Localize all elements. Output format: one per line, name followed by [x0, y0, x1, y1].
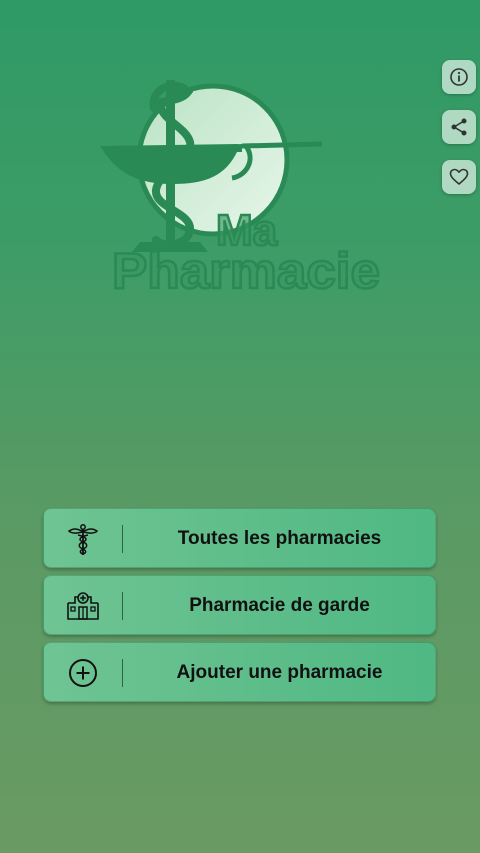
add-pharmacy-label: Ajouter une pharmacie — [176, 662, 383, 683]
share-icon — [451, 118, 467, 136]
hospital-icon — [64, 588, 102, 624]
caduceus-bowl-icon: Ma Pharmacie — [100, 80, 381, 300]
on-duty-pharmacy-label: Pharmacie de garde — [189, 595, 370, 616]
divider — [122, 592, 123, 620]
info-button[interactable] — [442, 60, 476, 94]
plus-circle-icon — [64, 655, 102, 691]
favorite-button[interactable] — [442, 160, 476, 194]
logo-text-pharmacie: Pharmacie — [112, 243, 380, 299]
all-pharmacies-button[interactable]: Toutes les pharmacies — [43, 508, 436, 568]
divider — [122, 659, 123, 687]
on-duty-pharmacy-button[interactable]: Pharmacie de garde — [43, 575, 436, 635]
main-menu: Toutes les pharmacies Pharmacie de garde — [43, 508, 436, 709]
side-actions — [442, 60, 476, 210]
heart-icon — [449, 168, 469, 185]
share-button[interactable] — [442, 110, 476, 144]
add-pharmacy-button[interactable]: Ajouter une pharmacie — [43, 642, 436, 702]
divider — [122, 525, 123, 553]
info-icon — [450, 68, 468, 86]
all-pharmacies-label: Toutes les pharmacies — [177, 528, 382, 549]
app-logo: Ma Pharmacie — [96, 80, 386, 300]
caduceus-icon — [64, 521, 102, 557]
